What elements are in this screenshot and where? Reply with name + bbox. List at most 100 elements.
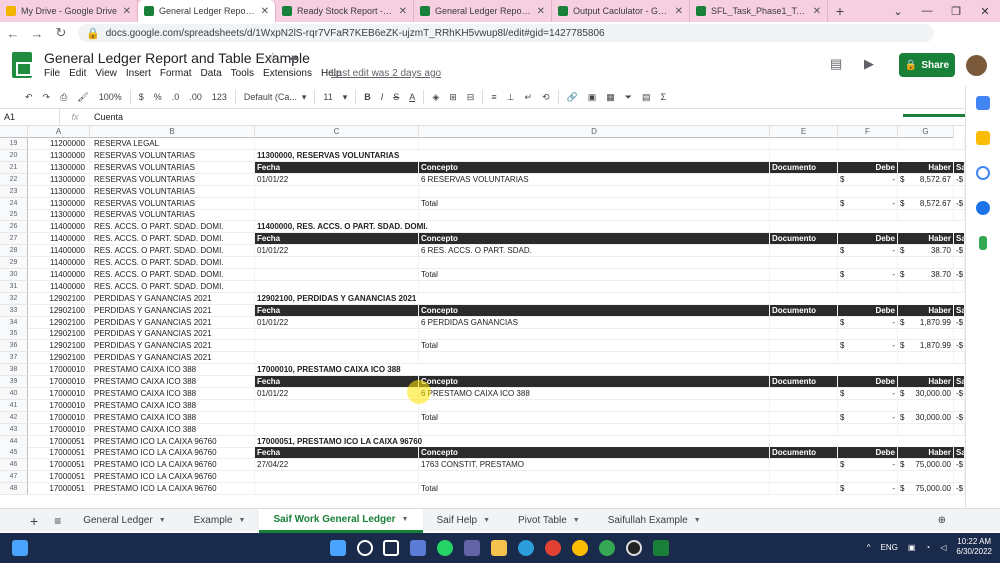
cell-account[interactable]: 11300000 [28, 197, 90, 210]
cell-documento[interactable] [770, 423, 838, 436]
ledger-title-cell[interactable]: 11400000, RES. ACCS. O PART. SDAD. DOMI. [255, 221, 770, 234]
header-concepto[interactable]: Concepto [419, 161, 770, 174]
cell-account[interactable]: 12902100 [28, 340, 90, 353]
new-tab-icon[interactable]: + [828, 0, 852, 22]
cell-saldo[interactable]: -$ [954, 173, 965, 186]
cell-debe[interactable] [838, 423, 898, 436]
cell-saldo[interactable]: -$ [954, 459, 965, 472]
cell-saldo[interactable] [954, 185, 965, 198]
cell-fecha[interactable] [255, 209, 419, 222]
cell-account[interactable]: 17000010 [28, 364, 90, 377]
sheet-tab[interactable]: Saif Help ▼ [423, 509, 505, 533]
cell-haber[interactable]: $38.70 [898, 245, 954, 258]
cell-concepto[interactable] [419, 399, 770, 412]
vertical-align-icon[interactable]: ⊥ [502, 92, 520, 103]
forward-icon[interactable]: → [30, 26, 44, 41]
menu-item-data[interactable]: Data [201, 68, 222, 79]
cell-concepto[interactable]: 6 RES. ACCS. O PART. SDAD. [419, 245, 770, 258]
cell-documento[interactable] [770, 328, 838, 341]
cell-fecha[interactable] [255, 138, 419, 150]
cell-debe[interactable] [838, 257, 898, 269]
cell-documento[interactable] [770, 411, 838, 424]
cell-cuenta[interactable]: RES. ACCS. O PART. SDAD. DOMI. [90, 245, 255, 258]
row-header[interactable]: 38 [0, 364, 28, 377]
redo-icon[interactable]: ↷ [38, 92, 56, 103]
cell-documento[interactable] [770, 459, 838, 472]
cell-account[interactable]: 11300000 [28, 185, 90, 198]
filter-views-icon[interactable]: ▤ [637, 92, 656, 103]
row-header[interactable]: 24 [0, 197, 28, 210]
volume-icon[interactable]: ◁ [940, 543, 946, 552]
row-header[interactable]: 36 [0, 340, 28, 353]
header-fecha[interactable]: Fecha [255, 233, 419, 246]
cell-saldo[interactable]: -$ [954, 387, 965, 400]
row-header[interactable]: 33 [0, 304, 28, 317]
back-icon[interactable]: ← [6, 26, 20, 41]
tab-close-icon[interactable]: ✕ [399, 6, 407, 17]
column-header-c[interactable]: C [255, 126, 419, 138]
windows-start-icon[interactable] [12, 540, 28, 556]
cell-debe[interactable]: $ - [838, 459, 898, 472]
currency-button[interactable]: $ [134, 92, 149, 102]
cell-cuenta[interactable]: PRESTAMO CAIXA ICO 388 [90, 364, 255, 377]
cell-saldo[interactable] [954, 257, 965, 269]
filter-icon[interactable]: ⏷ [620, 92, 637, 103]
cell-saldo[interactable] [954, 352, 965, 365]
percent-button[interactable]: % [149, 92, 167, 102]
row-header[interactable]: 25 [0, 209, 28, 222]
cell-fecha[interactable]: 01/01/22 [255, 387, 419, 400]
row-header[interactable]: 41 [0, 399, 28, 412]
zoom-select[interactable]: 100% [94, 92, 127, 102]
cell-documento[interactable] [770, 173, 838, 186]
ledger-title-cell[interactable]: 17000051, PRESTAMO ICO LA CAIXA 96760 [255, 435, 770, 448]
header-saldo[interactable]: Sa [954, 161, 965, 174]
name-box[interactable]: A1 [0, 109, 60, 125]
formula-input[interactable]: Cuenta [90, 112, 123, 122]
menu-item-extensions[interactable]: Extensions [263, 68, 312, 79]
cell-haber[interactable] [898, 209, 954, 222]
tab-close-icon[interactable]: ✕ [261, 6, 269, 17]
cell-fecha[interactable] [255, 471, 419, 484]
cell-account[interactable]: 12902100 [28, 328, 90, 341]
cell-cuenta[interactable]: PERDIDAS Y GANANCIAS 2021 [90, 304, 255, 317]
sheet-tab[interactable]: Saif Work General Ledger ▼ [259, 508, 423, 533]
browser-tab[interactable]: General Ledger Report and S ✕ [414, 0, 552, 22]
taskbar-whatsapp-icon[interactable] [437, 540, 453, 556]
cell-haber[interactable]: $75,000.00 [898, 459, 954, 472]
cell-account[interactable]: 17000051 [28, 447, 90, 460]
row-header[interactable]: 45 [0, 447, 28, 460]
column-header-e[interactable]: E [770, 126, 838, 138]
cell-concepto[interactable]: Total [419, 197, 770, 210]
cell-documento[interactable] [770, 280, 838, 293]
chevron-down-icon[interactable]: ▼ [159, 517, 166, 524]
cell-account[interactable]: 17000010 [28, 423, 90, 436]
cell-documento[interactable] [770, 399, 838, 412]
tab-search-icon[interactable]: ⌄ [883, 0, 913, 22]
menu-item-edit[interactable]: Edit [69, 68, 86, 79]
cell-fecha[interactable] [255, 423, 419, 436]
cell-haber[interactable] [898, 399, 954, 412]
cell-cuenta[interactable]: PERDIDAS Y GANANCIAS 2021 [90, 316, 255, 329]
header-documento[interactable]: Documento [770, 447, 838, 460]
cell-saldo[interactable] [954, 138, 965, 150]
cell-fecha[interactable]: 01/01/22 [255, 173, 419, 186]
row-header[interactable]: 37 [0, 352, 28, 365]
cell-account[interactable]: 11400000 [28, 280, 90, 293]
cell-debe[interactable]: $ - [838, 483, 898, 496]
cell-saldo[interactable]: -$ [954, 197, 965, 210]
row-header[interactable]: 21 [0, 161, 28, 174]
taskbar-start-icon[interactable] [330, 540, 346, 556]
cell-saldo[interactable] [954, 209, 965, 222]
reload-icon[interactable]: ↻ [54, 25, 68, 41]
chevron-down-icon[interactable]: ▼ [239, 517, 246, 524]
header-haber[interactable]: Haber [898, 233, 954, 246]
taskbar-teams-icon[interactable] [464, 540, 480, 556]
cell-fecha[interactable] [255, 483, 419, 496]
sheets-logo-icon[interactable] [12, 52, 32, 78]
row-header[interactable]: 20 [0, 149, 28, 162]
column-header-b[interactable]: B [90, 126, 255, 138]
row-header[interactable]: 27 [0, 233, 28, 246]
cell-account[interactable]: 17000051 [28, 471, 90, 484]
row-header[interactable]: 34 [0, 316, 28, 329]
cell-concepto[interactable]: Total [419, 340, 770, 353]
